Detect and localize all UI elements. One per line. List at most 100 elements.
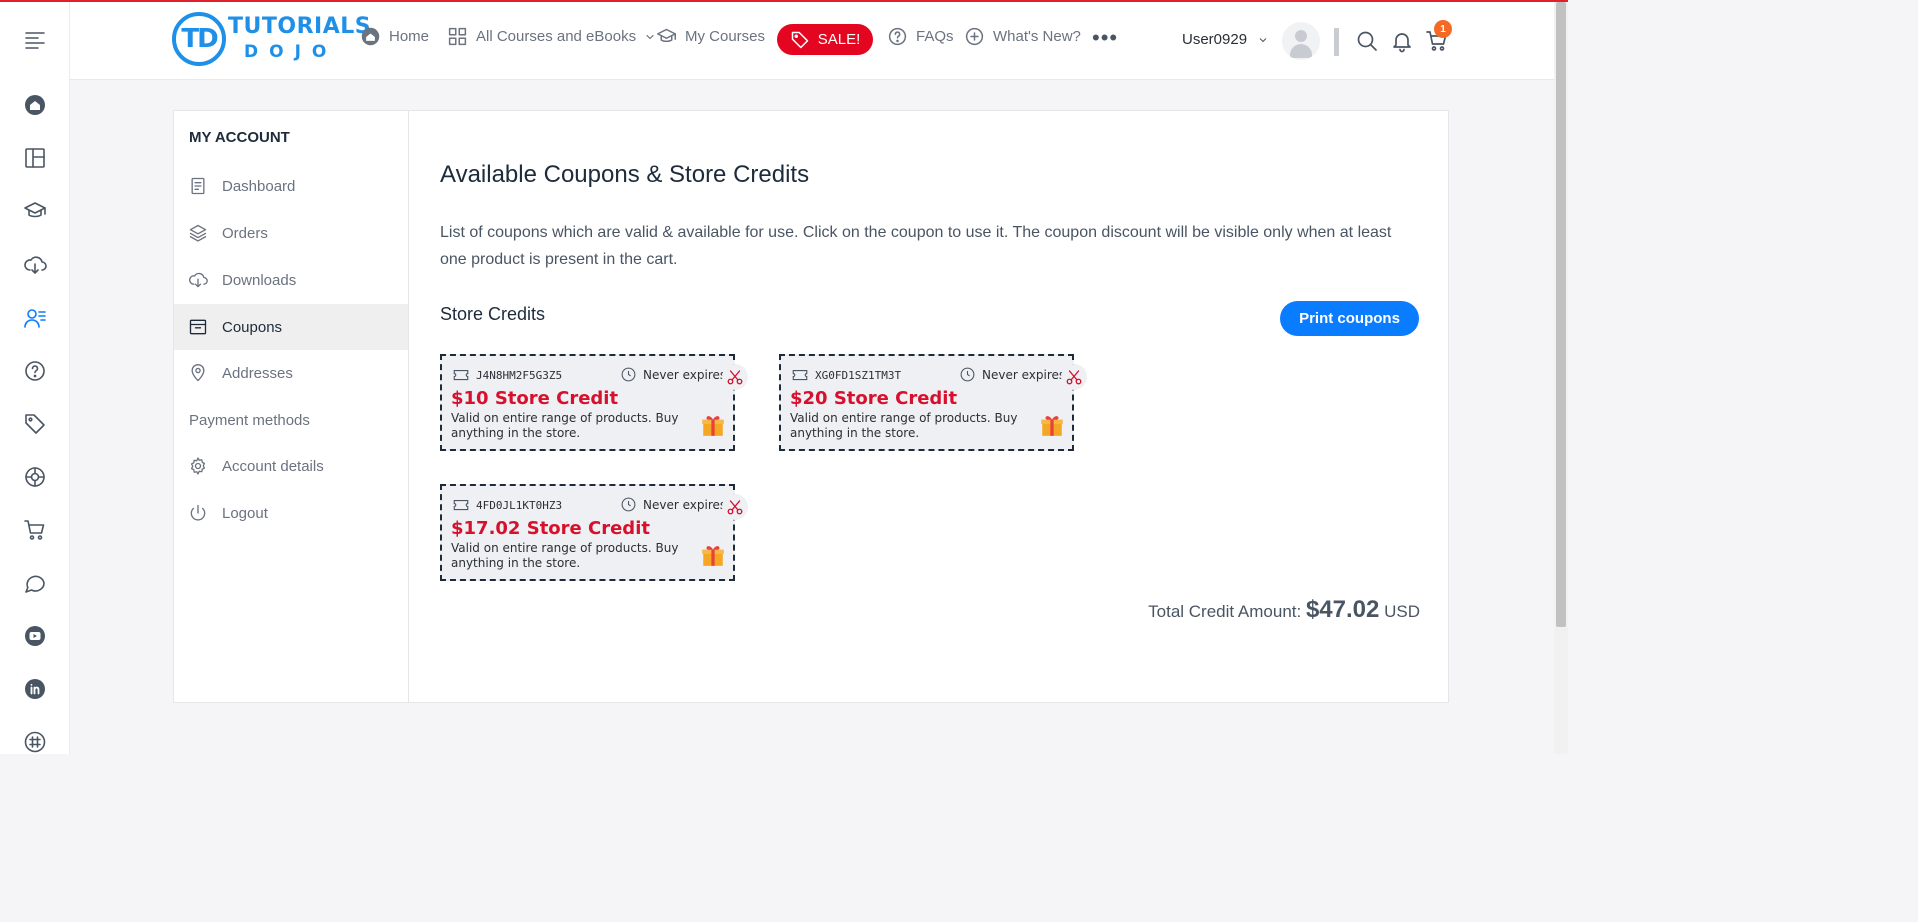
ticket-icon <box>453 369 469 381</box>
avatar-head-shape <box>1295 30 1307 42</box>
help-circle-icon <box>888 27 907 46</box>
sale-label: SALE! <box>817 31 861 48</box>
menu-icon[interactable] <box>22 27 48 53</box>
nav-my-courses[interactable]: My Courses <box>656 26 765 47</box>
coupon-card[interactable]: XG0FD1SZ1TM3T Never expires $20 Store Cr… <box>779 354 1087 451</box>
coupon-card[interactable]: 4FD0JL1KT0HZ3 Never expires $17.02 Store… <box>440 484 748 581</box>
sidebar-item-logout[interactable]: Logout <box>174 490 408 536</box>
tag-icon <box>791 31 808 48</box>
nav-all-courses[interactable]: All Courses and eBooks <box>447 26 656 47</box>
more-options-icon[interactable]: ••• <box>1092 27 1118 49</box>
cloud-download-icon <box>189 272 208 288</box>
document-icon <box>191 177 205 195</box>
scissors-icon <box>1061 364 1087 390</box>
avatar-body-shape <box>1290 44 1312 58</box>
power-icon <box>190 504 206 521</box>
page-title: Available Coupons & Store Credits <box>440 161 810 188</box>
help-circle-icon[interactable] <box>22 358 48 384</box>
sidebar-item-addresses[interactable]: Addresses <box>174 350 408 396</box>
coupon-expiry: Never expires <box>620 366 726 383</box>
coupon-expiry: Never expires <box>959 366 1065 383</box>
print-coupons-button[interactable]: Print coupons <box>1280 301 1419 336</box>
coupon-description: Valid on entire range of products. Buy a… <box>451 411 679 440</box>
clock-icon <box>621 367 636 382</box>
support-icon[interactable] <box>22 464 48 490</box>
coupon-amount: $17.02 Store Credit <box>451 518 650 539</box>
graduation-cap-icon[interactable] <box>22 198 48 224</box>
account-card: MY ACCOUNT Dashboard Orders Downloads Co… <box>173 110 1449 703</box>
sidebar-item-account-details[interactable]: Account details <box>174 443 408 489</box>
scrollbar-thumb[interactable] <box>1556 2 1566 627</box>
ticket-icon <box>792 369 808 381</box>
header-divider <box>1334 28 1339 56</box>
avatar[interactable] <box>1282 22 1320 60</box>
nav-home[interactable]: Home <box>360 26 429 47</box>
slack-icon[interactable] <box>22 729 48 755</box>
chat-icon[interactable] <box>22 570 48 596</box>
coupon-code-text: XG0FD1SZ1TM3T <box>815 368 902 382</box>
nav-my-courses-label: My Courses <box>685 28 766 45</box>
logo-text-line2: DOJO <box>244 42 338 62</box>
clock-icon <box>960 367 975 382</box>
chevron-down-icon <box>646 34 654 39</box>
user-menu[interactable]: User0929 <box>1182 31 1269 48</box>
coupon-expiry-text: Never expires <box>643 497 727 512</box>
sidebar-item-downloads[interactable]: Downloads <box>174 257 408 303</box>
sale-button[interactable]: SALE! <box>777 24 873 55</box>
bell-icon[interactable] <box>1390 29 1414 53</box>
total-credit-currency: USD <box>1384 602 1420 621</box>
tutorials-dojo-logo[interactable]: TD TUTORIALS DOJO <box>172 10 371 68</box>
sidebar-item-coupons[interactable]: Coupons <box>174 304 408 350</box>
top-header: TD TUTORIALS DOJO Home All Courses and e… <box>70 2 1554 80</box>
page-description: List of coupons which are valid & availa… <box>440 224 1392 268</box>
account-sidebar: MY ACCOUNT Dashboard Orders Downloads Co… <box>174 111 409 702</box>
coupon-expiry-text: Never expires <box>982 367 1066 382</box>
layout-icon[interactable] <box>22 145 48 171</box>
nav-all-courses-label: All Courses and eBooks <box>476 28 637 45</box>
coupon-amount: $10 Store Credit <box>451 388 619 409</box>
search-icon[interactable] <box>1355 29 1379 53</box>
sidebar-item-orders[interactable]: Orders <box>174 210 408 256</box>
nav-faqs[interactable]: FAQs <box>887 26 954 47</box>
coupon-code-text: J4N8HM2F5G3Z5 <box>476 368 563 382</box>
username-label: User0929 <box>1182 31 1248 48</box>
tag-icon[interactable] <box>22 411 48 437</box>
sidebar-item-dashboard[interactable]: Dashboard <box>174 163 408 209</box>
sidebar-item-label: Downloads <box>222 271 297 289</box>
nav-faqs-label: FAQs <box>916 28 954 45</box>
gift-icon <box>702 546 724 566</box>
nav-home-label: Home <box>389 28 430 45</box>
sidebar-item-payment-methods[interactable]: Payment methods <box>174 397 408 443</box>
coupon-code: XG0FD1SZ1TM3T <box>791 366 901 384</box>
cloud-download-icon[interactable] <box>22 252 48 278</box>
sidebar-item-label: Account details <box>222 457 324 475</box>
grid-icon <box>448 27 467 46</box>
map-pin-icon <box>191 364 205 382</box>
linkedin-icon[interactable] <box>22 676 48 702</box>
total-credit-amount: $47.02 <box>1305 596 1380 623</box>
left-icon-rail <box>0 0 70 754</box>
gear-icon <box>190 457 206 475</box>
home-icon[interactable] <box>22 92 48 118</box>
coupon-card[interactable]: J4N8HM2F5G3Z5 Never expires $10 Store Cr… <box>440 354 748 451</box>
top-accent-line <box>0 0 1568 2</box>
plus-circle-icon <box>965 27 984 46</box>
coupon-amount: $20 Store Credit <box>790 388 958 409</box>
account-icon[interactable] <box>22 305 48 331</box>
layers-icon <box>189 224 207 242</box>
home-icon <box>361 27 380 46</box>
gift-icon <box>1041 416 1063 436</box>
page-scrollbar[interactable] <box>1554 0 1568 754</box>
logo-mark: TD <box>172 12 226 66</box>
coupon-expiry-text: Never expires <box>643 367 727 382</box>
cart-count-badge: 1 <box>1434 20 1452 38</box>
cart-icon[interactable] <box>22 517 48 543</box>
gift-icon <box>702 416 724 436</box>
sidebar-heading: MY ACCOUNT <box>189 129 290 146</box>
youtube-icon[interactable] <box>22 623 48 649</box>
nav-whats-new[interactable]: What's New? <box>964 26 1081 47</box>
section-title: Store Credits <box>440 304 546 324</box>
sidebar-item-label: Coupons <box>222 318 283 336</box>
scissors-icon <box>722 494 748 520</box>
total-credit: Total Credit Amount: $47.02 USD <box>1148 596 1420 624</box>
